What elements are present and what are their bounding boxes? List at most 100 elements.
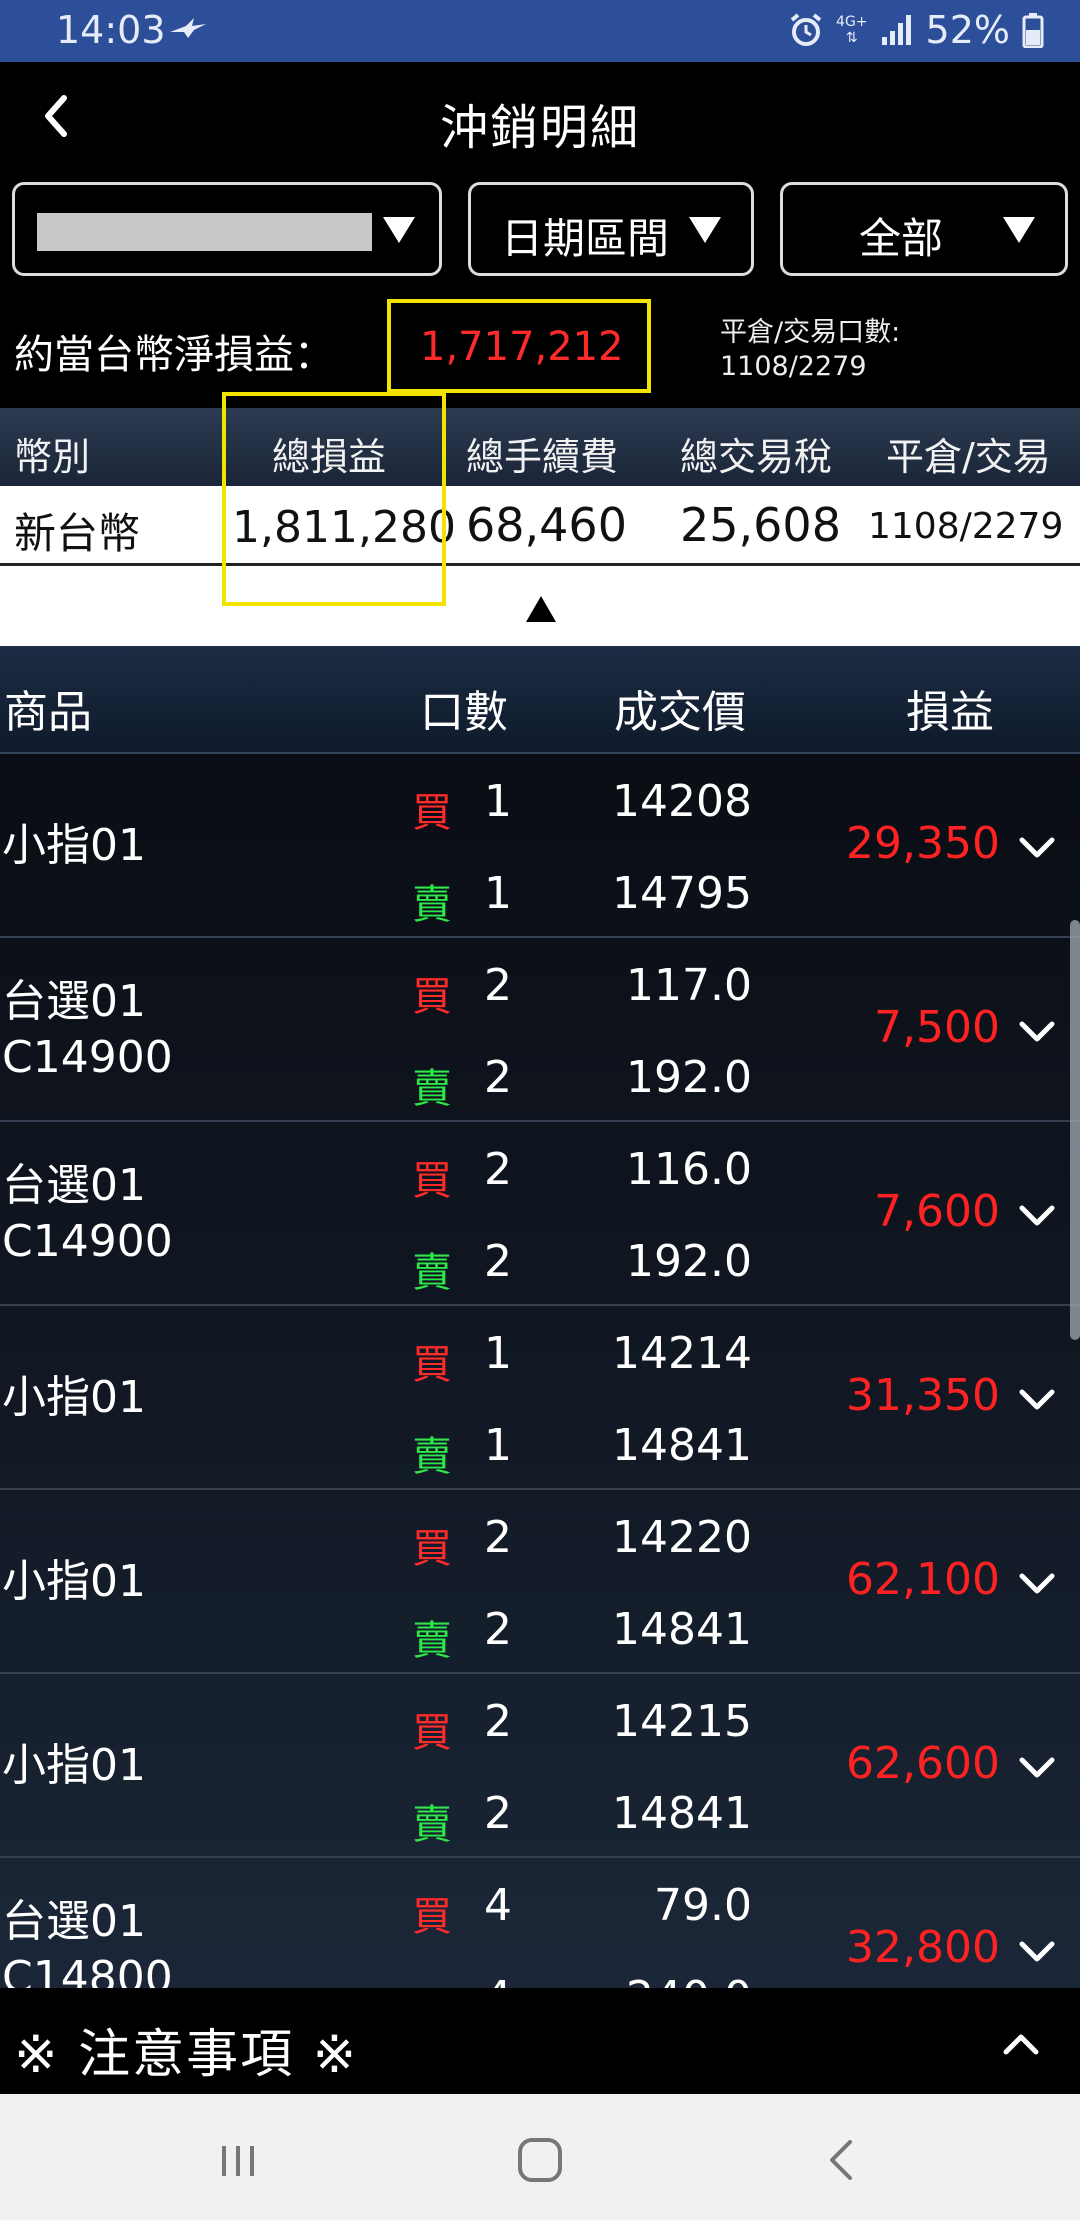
- col-qty: 口數: [420, 687, 508, 738]
- page-title: 沖銷明細: [439, 100, 640, 156]
- account-dropdown[interactable]: [12, 182, 442, 276]
- list-header: 商品 口數 成交價 損益: [0, 646, 1080, 754]
- masked-account: [37, 213, 372, 251]
- product-line2: C14900: [2, 1216, 173, 1267]
- trade-row[interactable]: 小指01 買 1 14214 賣 1 14841 31,350: [0, 1306, 1080, 1490]
- chevron-down-icon[interactable]: [1014, 1008, 1060, 1054]
- pnl-value: 7,500: [874, 1002, 1000, 1053]
- col-pnl: 損益: [906, 687, 994, 738]
- notice-title: ※ 注意事項 ※: [14, 2025, 359, 2085]
- type-label: 全部: [859, 214, 944, 263]
- chevron-down-icon[interactable]: [1014, 1560, 1060, 1606]
- status-time: 14:03: [56, 8, 166, 52]
- sell-qty: 2: [484, 1052, 512, 1103]
- dropdown-arrow-icon: [383, 217, 415, 243]
- alarm-icon: [790, 13, 822, 46]
- trade-row[interactable]: 台選01C14800買479.0賣4240.032,800: [0, 1858, 1080, 1988]
- sell-qty: 2: [484, 1788, 512, 1839]
- total-fee-value: 68,460: [466, 498, 627, 552]
- product-name: 台選01 C14800: [2, 1894, 173, 1988]
- buy-qty: 2: [484, 1144, 512, 1195]
- buy-price: 14215: [612, 1696, 752, 1747]
- product-name: 小指01: [2, 1554, 146, 1610]
- trade-row[interactable]: 台選01 C14900 買 2 117.0 賣 2 192.0 7,500: [0, 938, 1080, 1122]
- buy-qty: 2: [484, 960, 512, 1011]
- status-icons: 4G+ ⇅ 52%: [788, 8, 1044, 52]
- sell-qty: 2: [484, 1236, 512, 1287]
- pnl-value: 62,100: [846, 1554, 1000, 1605]
- back-nav-icon[interactable]: [812, 2130, 872, 2190]
- date-range-dropdown[interactable]: 日期區間: [468, 182, 754, 276]
- trade-list[interactable]: 小指01 買 1 14208 賣 1 14795 29,350 台選01 C14900 買 2 117.…: [0, 754, 1080, 1988]
- product-line1: 台選01: [2, 1896, 146, 1947]
- status-bar: 14:03 4G+ ⇅ 52%: [0, 0, 1080, 62]
- filter-row: 日期區間 全部: [0, 172, 1080, 282]
- top-bar: 沖銷明細: [0, 62, 1080, 172]
- col-currency: 幣別: [14, 435, 91, 479]
- chevron-down-icon[interactable]: [1014, 1192, 1060, 1238]
- trade-row[interactable]: 小指01 買 2 14215 賣 2 14841 62,600: [0, 1674, 1080, 1858]
- buy-tag: 買: [412, 1158, 452, 1204]
- collapse-up-icon[interactable]: [526, 596, 556, 622]
- buy-qty: 1: [484, 1328, 512, 1379]
- sell-price: 192.0: [626, 1052, 752, 1103]
- battery-icon: [1022, 13, 1044, 48]
- totals-header: 幣別 總損益 總手續費 總交易稅 平倉/交易: [0, 408, 1080, 486]
- close-trade-value-row: 1108/2279: [868, 506, 1064, 547]
- totals-row: 新台幣 1,811,280 68,460 25,608 1108/2279: [0, 486, 1080, 566]
- product-line2: C14800: [2, 1952, 173, 1988]
- col-price: 成交價: [614, 687, 746, 738]
- buy-price: 117.0: [626, 960, 752, 1011]
- type-dropdown[interactable]: 全部: [780, 182, 1068, 276]
- product-name: 小指01: [2, 818, 146, 874]
- recent-apps-icon[interactable]: [208, 2130, 268, 2190]
- trade-row[interactable]: 台選01 C14900 買 2 116.0 賣 2 192.0 7,600: [0, 1122, 1080, 1306]
- sell-tag: 賣: [412, 1618, 452, 1664]
- buy-price: 79.0: [654, 1880, 752, 1931]
- trade-row[interactable]: 小指01 買 2 14220 賣 2 14841 62,100: [0, 1490, 1080, 1674]
- battery-percent: 52%: [925, 8, 1010, 52]
- buy-price: 116.0: [626, 1144, 752, 1195]
- chevron-down-icon[interactable]: [1014, 824, 1060, 870]
- product-line1: 台選01: [2, 1160, 146, 1211]
- collapse-toggle[interactable]: [0, 566, 1080, 646]
- home-icon[interactable]: [510, 2130, 570, 2190]
- sell-qty: 4: [484, 1972, 512, 1988]
- pnl-value: 32,800: [846, 1922, 1000, 1973]
- sell-price: 14841: [612, 1604, 752, 1655]
- buy-tag: 買: [412, 1710, 452, 1756]
- notice-bar[interactable]: ※ 注意事項 ※: [0, 1988, 1080, 2094]
- product-line1: 台選01: [2, 976, 146, 1027]
- pnl-value: 7,600: [874, 1186, 1000, 1237]
- product-name: 台選01 C14900: [2, 1158, 173, 1270]
- sell-tag: 賣: [412, 1434, 452, 1480]
- sell-tag: 賣: [412, 882, 452, 928]
- total-tax-value: 25,608: [680, 498, 841, 552]
- dropdown-arrow-icon: [1003, 217, 1035, 243]
- sell-qty: 1: [484, 1420, 512, 1471]
- chevron-down-icon[interactable]: [1014, 1376, 1060, 1422]
- currency-value: 新台幣: [14, 509, 141, 558]
- buy-price: 14208: [612, 776, 752, 827]
- chevron-up-icon[interactable]: [998, 2022, 1044, 2068]
- col-close-trade: 平倉/交易: [886, 435, 1051, 479]
- sell-price: 240.0: [626, 1972, 752, 1988]
- dropdown-arrow-icon: [689, 217, 721, 243]
- buy-qty: 2: [484, 1512, 512, 1563]
- scrollbar[interactable]: [1070, 920, 1080, 1340]
- sell-qty: 1: [484, 868, 512, 919]
- pnl-value: 29,350: [846, 818, 1000, 869]
- signal-icon: [881, 15, 911, 45]
- chevron-down-icon[interactable]: [1014, 1928, 1060, 1974]
- sell-qty: 2: [484, 1604, 512, 1655]
- chevron-down-icon[interactable]: [1014, 1744, 1060, 1790]
- product-name: 台選01 C14900: [2, 974, 173, 1086]
- product-line2: C14900: [2, 1032, 173, 1083]
- sell-tag: 賣: [412, 1066, 452, 1112]
- network-type: 4G+ ⇅: [836, 14, 868, 46]
- trade-row[interactable]: 小指01 買 1 14208 賣 1 14795 29,350: [0, 754, 1080, 938]
- date-range-label: 日期區間: [501, 214, 670, 263]
- product-line1: 小指01: [2, 1556, 146, 1607]
- buy-price: 14220: [612, 1512, 752, 1563]
- sell-price: 192.0: [626, 1236, 752, 1287]
